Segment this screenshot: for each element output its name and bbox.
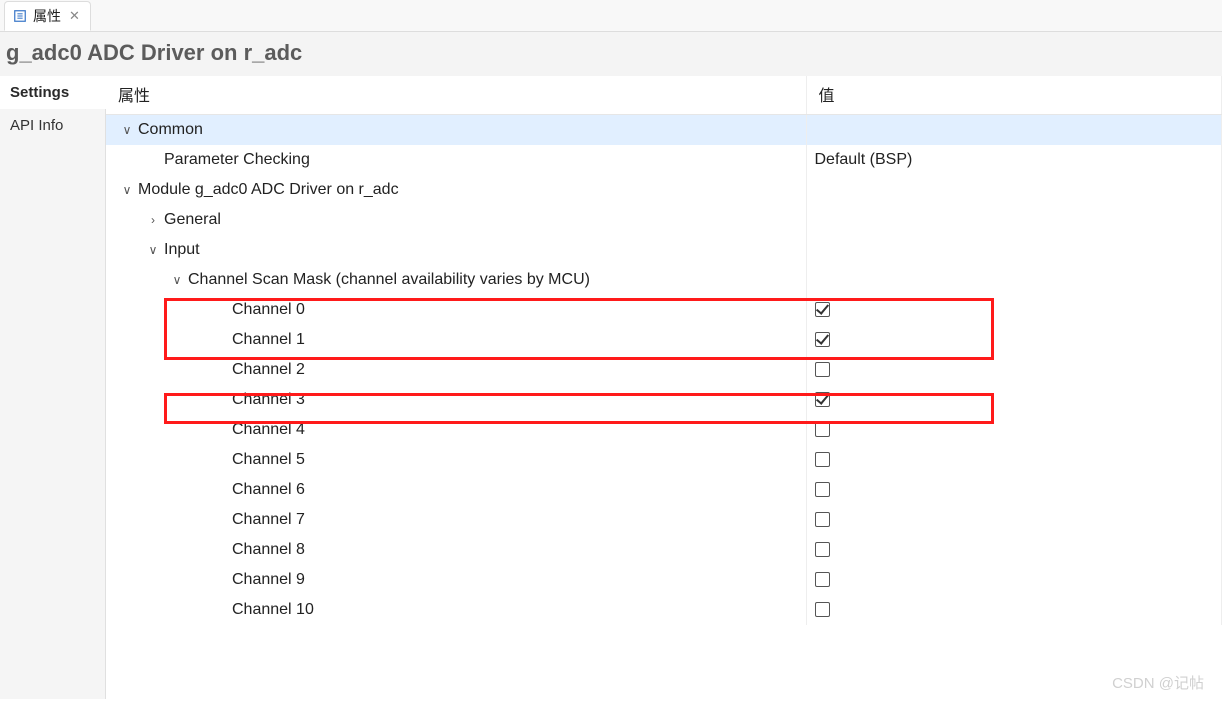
checkbox[interactable] (815, 392, 830, 407)
properties-tab-label: 属性 (33, 6, 61, 26)
value-cell[interactable] (806, 355, 1222, 385)
value-cell[interactable] (806, 565, 1222, 595)
value-cell[interactable] (806, 445, 1222, 475)
tree-leaf-channel[interactable]: Channel 1 (106, 325, 1222, 355)
checkbox[interactable] (815, 482, 830, 497)
tree-node-input[interactable]: Input (106, 235, 1222, 265)
chevron-right-icon[interactable] (146, 213, 160, 227)
tree-leaf-channel[interactable]: Channel 3 (106, 385, 1222, 415)
tree-leaf-channel[interactable]: Channel 8 (106, 535, 1222, 565)
chevron-down-icon[interactable] (170, 273, 184, 287)
properties-icon (13, 9, 27, 23)
tree-label: Input (164, 241, 200, 258)
tree-node-common[interactable]: Common (106, 115, 1222, 145)
tree-leaf-channel[interactable]: Channel 6 (106, 475, 1222, 505)
property-table: 属性 值 Common Parameter Checking Default (… (106, 76, 1222, 625)
tree-label: Channel 10 (232, 601, 314, 618)
tree-leaf-channel[interactable]: Channel 4 (106, 415, 1222, 445)
column-header-attr[interactable]: 属性 (106, 76, 806, 115)
checkbox[interactable] (815, 452, 830, 467)
side-tab-list: Settings API Info (0, 76, 106, 699)
chevron-down-icon[interactable] (120, 123, 134, 137)
properties-tab[interactable]: 属性 ✕ (4, 1, 91, 31)
tree-label: Channel 7 (232, 511, 305, 528)
value-cell[interactable] (806, 475, 1222, 505)
checkbox[interactable] (815, 362, 830, 377)
tree-node-scan-mask[interactable]: Channel Scan Mask (channel availability … (106, 265, 1222, 295)
tree-leaf-channel[interactable]: Channel 0 (106, 295, 1222, 325)
chevron-down-icon[interactable] (146, 243, 160, 257)
tree-node-module[interactable]: Module g_adc0 ADC Driver on r_adc (106, 175, 1222, 205)
checkbox[interactable] (815, 572, 830, 587)
tree-leaf-channel[interactable]: Channel 10 (106, 595, 1222, 625)
tree-label: Channel 0 (232, 301, 305, 318)
tree-label: Channel 2 (232, 361, 305, 378)
watermark: CSDN @记帖 (1112, 672, 1204, 693)
checkbox[interactable] (815, 512, 830, 527)
value-cell[interactable] (806, 415, 1222, 445)
value-cell[interactable] (806, 325, 1222, 355)
checkbox[interactable] (815, 332, 830, 347)
tree-label: Channel 4 (232, 421, 305, 438)
value-cell[interactable] (806, 295, 1222, 325)
tree-label: Common (138, 121, 203, 138)
tree-label: Channel 3 (232, 391, 305, 408)
page-title: g_adc0 ADC Driver on r_adc (0, 32, 1222, 76)
tree-leaf-channel[interactable]: Channel 7 (106, 505, 1222, 535)
tree-leaf-channel[interactable]: Channel 5 (106, 445, 1222, 475)
close-icon[interactable]: ✕ (67, 8, 82, 24)
value-cell[interactable] (806, 595, 1222, 625)
tree-label: Module g_adc0 ADC Driver on r_adc (138, 181, 399, 198)
value-cell[interactable] (806, 535, 1222, 565)
tree-label: Channel 6 (232, 481, 305, 498)
tree-label: Channel 1 (232, 331, 305, 348)
side-tab-api-info[interactable]: API Info (0, 109, 105, 142)
view-tab-strip: 属性 ✕ (0, 0, 1222, 32)
tree-label: Channel 9 (232, 571, 305, 588)
checkbox[interactable] (815, 542, 830, 557)
checkbox[interactable] (815, 422, 830, 437)
value-cell[interactable]: Default (BSP) (806, 145, 1222, 175)
tree-label: Channel 8 (232, 541, 305, 558)
checkbox[interactable] (815, 302, 830, 317)
column-header-value[interactable]: 值 (806, 76, 1222, 115)
tree-leaf-channel[interactable]: Channel 2 (106, 355, 1222, 385)
tree-label: Channel Scan Mask (channel availability … (188, 271, 590, 288)
tree-node-general[interactable]: General (106, 205, 1222, 235)
tree-leaf-parameter-checking[interactable]: Parameter Checking Default (BSP) (106, 145, 1222, 175)
value-cell[interactable] (806, 385, 1222, 415)
tree-label: Parameter Checking (164, 151, 310, 168)
checkbox[interactable] (815, 602, 830, 617)
tree-label: General (164, 211, 221, 228)
value-cell[interactable] (806, 505, 1222, 535)
tree-label: Channel 5 (232, 451, 305, 468)
chevron-down-icon[interactable] (120, 183, 134, 197)
side-tab-settings[interactable]: Settings (0, 76, 106, 109)
tree-leaf-channel[interactable]: Channel 9 (106, 565, 1222, 595)
